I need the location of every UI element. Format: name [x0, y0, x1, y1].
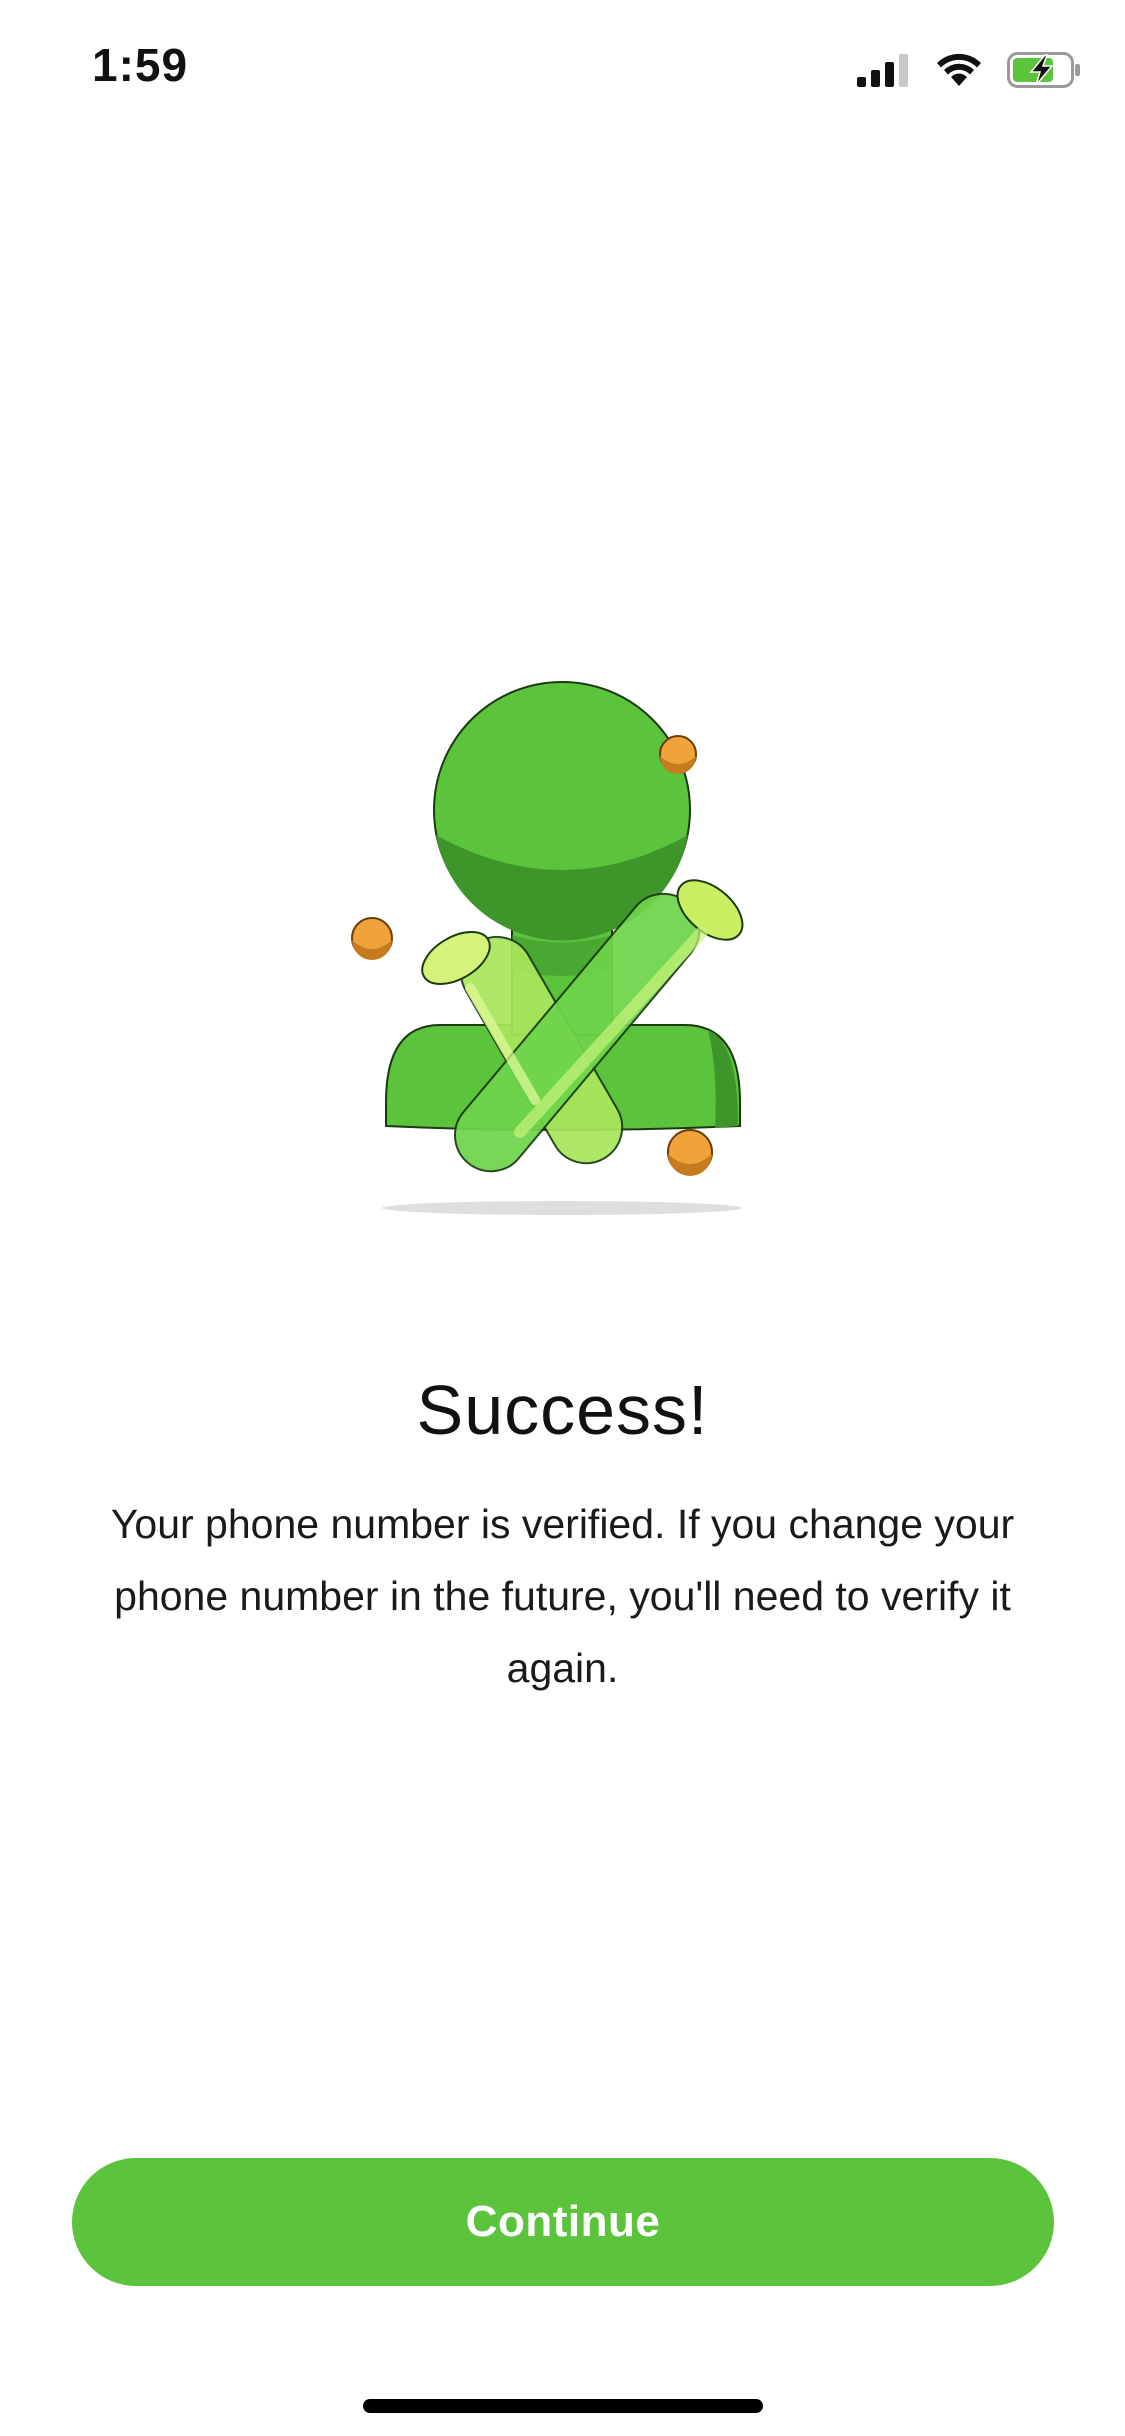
status-bar: 1:59 — [0, 0, 1125, 140]
status-icons — [857, 48, 1081, 92]
verified-checkmark-illustration — [351, 681, 744, 1215]
continue-button[interactable]: Continue — [72, 2158, 1054, 2286]
verification-message: Your phone number is verified. If you ch… — [110, 1501, 1015, 1691]
battery-charging-icon — [1007, 52, 1080, 88]
wifi-icon — [937, 53, 981, 86]
orange-ball-bottom — [667, 1129, 713, 1176]
status-time: 1:59 — [92, 39, 189, 91]
orange-ball-top — [659, 735, 697, 774]
home-indicator[interactable] — [363, 2399, 763, 2413]
orange-ball-left — [351, 917, 393, 960]
page-title: Success! — [416, 1371, 709, 1449]
verified-illustration — [330, 670, 800, 1230]
cellular-signal-icon — [857, 54, 908, 87]
